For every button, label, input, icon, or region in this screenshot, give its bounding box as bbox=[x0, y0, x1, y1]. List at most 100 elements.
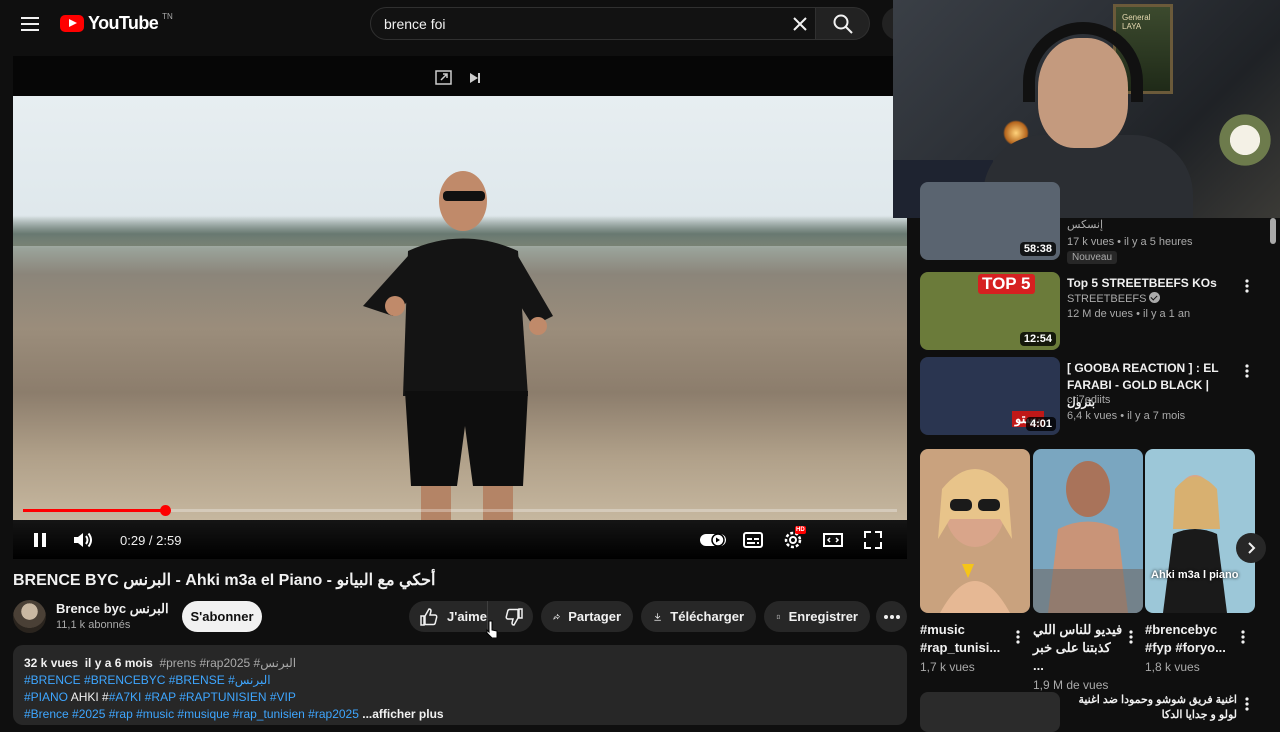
settings-gear-icon[interactable]: HD bbox=[781, 526, 806, 552]
hashtag-line: #Brence #2025 #rap #music #musique #rap_… bbox=[24, 706, 896, 723]
recommendation-thumbnail[interactable] bbox=[920, 692, 1060, 732]
short-item[interactable]: #music #rap_tunisi... 1,7 k vues bbox=[920, 449, 1030, 674]
more-vertical-icon[interactable] bbox=[1242, 696, 1252, 712]
recommendation-item[interactable]: TOP 5 12:54 Top 5 STREETBEEFS KOs STREET… bbox=[920, 272, 1265, 350]
shorts-next-button[interactable] bbox=[1236, 533, 1266, 563]
duration-badge: 58:38 bbox=[1019, 242, 1056, 256]
view-count: 32 k vues bbox=[24, 656, 79, 670]
search-button[interactable] bbox=[816, 7, 870, 40]
thumbs-up-icon bbox=[420, 607, 438, 626]
more-vertical-icon[interactable] bbox=[1126, 629, 1136, 645]
more-vertical-icon[interactable] bbox=[1242, 363, 1252, 379]
recommendation-title[interactable]: Top 5 STREETBEEFS KOs bbox=[1067, 275, 1237, 292]
save-button[interactable]: Enregistrer bbox=[764, 601, 870, 632]
description-meta-line: 32 k vues il y a 6 mois #prens #rap2025 … bbox=[24, 655, 896, 672]
recommendation-meta: 6,4 k vues • il y a 7 mois bbox=[1067, 410, 1186, 422]
recommendation-item[interactable]: 58:38 إنسكس 17 k vues • il y a 5 heures … bbox=[920, 182, 1265, 264]
sidebar-scrollbar[interactable] bbox=[1270, 218, 1276, 244]
clear-search-icon[interactable] bbox=[791, 15, 809, 33]
short-title[interactable]: #music #rap_tunisi... bbox=[920, 621, 1010, 657]
new-badge: Nouveau bbox=[1067, 251, 1118, 264]
logo-country-code: TN bbox=[162, 12, 173, 21]
short-person bbox=[1033, 461, 1143, 613]
chevron-right-icon bbox=[1248, 542, 1256, 554]
short-person bbox=[938, 469, 1012, 613]
short-person bbox=[1163, 475, 1227, 613]
next-video-icon[interactable] bbox=[466, 68, 484, 88]
download-button[interactable]: Télécharger bbox=[641, 601, 756, 632]
progress-scrubber[interactable] bbox=[159, 505, 171, 516]
webcam-flowers bbox=[1215, 110, 1275, 170]
recommendation-meta: 12 M de vues • il y a 1 an bbox=[1067, 308, 1191, 320]
short-views: 1,7 k vues bbox=[920, 660, 975, 674]
time-current: 0:29 bbox=[120, 533, 146, 548]
player-top-bar bbox=[13, 56, 907, 96]
duration-badge: 4:01 bbox=[1025, 417, 1056, 431]
short-views: 1,9 M de vues bbox=[1033, 678, 1109, 692]
hashtag[interactable]: #PIANO bbox=[24, 690, 68, 704]
like-button[interactable]: J'aime bbox=[409, 601, 488, 632]
player-controls: 0:29 / 2:59 HD bbox=[13, 520, 907, 559]
miniplayer-icon[interactable] bbox=[433, 68, 455, 88]
dislike-button[interactable] bbox=[496, 601, 533, 632]
share-label: Partager bbox=[568, 609, 621, 624]
more-vertical-icon[interactable] bbox=[1013, 629, 1023, 645]
recommendation-channel[interactable]: STREETBEEFS bbox=[1067, 292, 1161, 305]
youtube-play-icon bbox=[60, 15, 84, 32]
video-player[interactable]: 0:29 / 2:59 HD bbox=[13, 56, 907, 559]
short-thumbnail[interactable] bbox=[1033, 449, 1143, 613]
logo-text: YouTube bbox=[88, 13, 159, 33]
mouse-cursor-icon bbox=[486, 620, 498, 638]
pause-icon[interactable] bbox=[28, 528, 52, 552]
fullscreen-icon[interactable] bbox=[861, 528, 885, 552]
more-actions-button[interactable] bbox=[876, 601, 907, 632]
recommendation-meta: 17 k vues • il y a 5 heures bbox=[1067, 236, 1193, 248]
share-button[interactable]: Partager bbox=[541, 601, 633, 632]
more-horizontal-icon bbox=[883, 614, 900, 619]
hashtags[interactable]: #Brence #2025 #rap #music #musique #rap_… bbox=[24, 707, 359, 721]
hashtag[interactable]: #A7KI #RAP #RAPTUNISIEN #VIP bbox=[109, 690, 296, 704]
recommendation-channel[interactable]: إنسكس bbox=[1067, 218, 1103, 231]
theater-mode-icon[interactable] bbox=[821, 528, 845, 552]
autoplay-toggle[interactable] bbox=[699, 528, 727, 552]
more-vertical-icon[interactable] bbox=[1242, 278, 1252, 294]
portrait-label: General LAYA bbox=[1122, 13, 1151, 31]
recommendation-title[interactable]: اغنية فريق شوشو وحمودا ضد اغنية لولو و ج… bbox=[1067, 693, 1237, 723]
short-item[interactable]: فيديو للناس اللي كذبتنا على خبر ... 1,9 … bbox=[1033, 449, 1143, 692]
thumbs-down-icon bbox=[505, 607, 524, 626]
bookmark-icon bbox=[776, 614, 780, 619]
show-more-link[interactable]: ...afficher plus bbox=[359, 707, 443, 721]
recommendation-item[interactable]: يستو 4:01 [ GOOBA REACTION ] : EL FARABI… bbox=[920, 357, 1265, 435]
channel-avatar[interactable] bbox=[13, 600, 46, 633]
recommendation-thumbnail[interactable]: يستو 4:01 bbox=[920, 357, 1060, 435]
more-vertical-icon[interactable] bbox=[1238, 629, 1248, 645]
hashtag-line[interactable]: #BRENCE #BRENCEBYC #BRENSE #البرنس bbox=[24, 672, 896, 689]
short-item[interactable]: Ahki m3a l piano #brencebyc #fyp #foryo.… bbox=[1145, 449, 1255, 674]
short-title[interactable]: #brencebyc #fyp #foryo... bbox=[1145, 621, 1235, 657]
hd-badge: HD bbox=[795, 526, 806, 534]
channel-name[interactable]: Brence byc البرنس bbox=[56, 601, 169, 617]
recommendation-thumbnail[interactable]: 58:38 bbox=[920, 182, 1060, 260]
short-thumbnail[interactable] bbox=[920, 449, 1030, 613]
short-overlay-text: Ahki m3a l piano bbox=[1151, 569, 1239, 581]
youtube-logo[interactable]: YouTube TN bbox=[60, 12, 173, 34]
short-views: 1,8 k vues bbox=[1145, 660, 1200, 674]
recommendation-channel[interactable]: cri7ediits bbox=[1067, 394, 1110, 406]
short-title[interactable]: فيديو للناس اللي كذبتنا على خبر ... bbox=[1033, 621, 1123, 675]
volume-icon[interactable] bbox=[71, 528, 95, 552]
verified-icon bbox=[1149, 292, 1161, 303]
menu-icon[interactable] bbox=[18, 12, 42, 36]
short-thumbnail[interactable]: Ahki m3a l piano bbox=[1145, 449, 1255, 613]
upload-age: il y a 6 mois bbox=[84, 656, 153, 670]
channel-name-text: STREETBEEFS bbox=[1067, 293, 1147, 305]
subtitles-icon[interactable] bbox=[741, 528, 765, 552]
progress-fill bbox=[23, 509, 165, 512]
recommendation-thumbnail[interactable]: TOP 5 12:54 bbox=[920, 272, 1060, 350]
description-box[interactable]: 32 k vues il y a 6 mois #prens #rap2025 … bbox=[13, 645, 907, 725]
time-display: 0:29 / 2:59 bbox=[120, 533, 181, 548]
subscribe-button[interactable]: S'abonner bbox=[182, 601, 262, 632]
search-input[interactable]: brence foi bbox=[370, 7, 816, 40]
inline-hashtags[interactable]: #prens #rap2025 #البرنس bbox=[159, 656, 296, 670]
video-title: BRENCE BYC البرنس - Ahki m3a el Piano - … bbox=[13, 572, 436, 589]
progress-bar[interactable] bbox=[23, 505, 897, 516]
